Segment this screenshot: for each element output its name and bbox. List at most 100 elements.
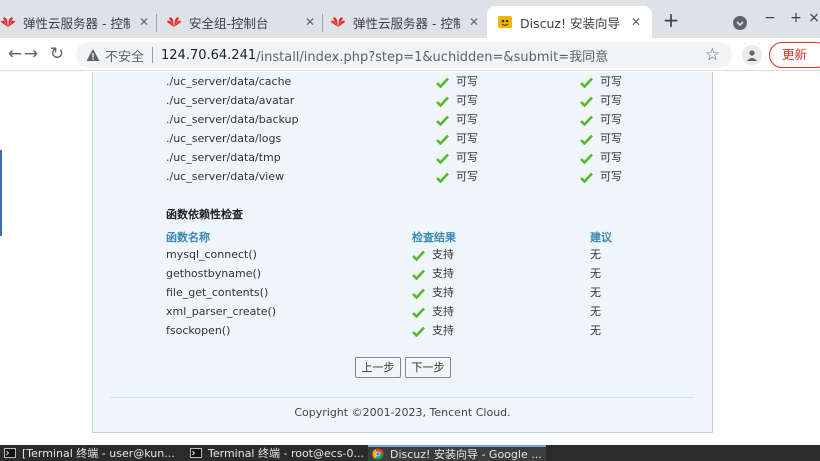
tab-search-icon[interactable]: [733, 16, 747, 30]
dir-path: ./uc_server/data/tmp: [166, 151, 281, 164]
table-row: ./uc_server/data/backup 可写 可写: [93, 112, 712, 128]
footer-divider: [110, 397, 694, 398]
required-status: 可写: [580, 131, 622, 147]
tab-discuz-install[interactable]: Discuz! 安装向导 ✕: [487, 6, 652, 38]
huawei-cloud-icon: [330, 14, 346, 30]
table-row: ./uc_server/data/view 可写 可写: [93, 169, 712, 185]
result-text: 支持: [432, 267, 454, 280]
func-name: mysql_connect(): [166, 248, 257, 261]
browser-toolbar: ← → ↻ 不安全 124.70.64.241 /install/index.p…: [0, 38, 820, 71]
close-window-button[interactable]: ×: [808, 8, 820, 28]
forward-icon[interactable]: →: [20, 43, 42, 65]
tab-title: 安全组-控制台: [189, 15, 269, 31]
check-icon: [436, 77, 449, 88]
system-taskbar: [Terminal 终端 - user@kun... Terminal 终端 -…: [0, 445, 820, 461]
install-panel: ./uc_server/data/cache 可写 可写 ./uc_server…: [92, 72, 713, 433]
prev-step-button[interactable]: 上一步: [355, 357, 401, 378]
taskbar-item-label: Terminal 终端 - root@ecs-0...: [208, 447, 364, 460]
maximize-button[interactable]: +: [788, 8, 804, 28]
dir-path: ./uc_server/data/avatar: [166, 94, 295, 107]
taskbar-item-chrome[interactable]: Discuz! 安装向导 - Google ...: [368, 445, 546, 461]
check-icon: [436, 134, 449, 145]
table-row: fsockopen() 支持 无: [93, 323, 712, 339]
required-status: 可写: [580, 93, 622, 109]
tab-security-group[interactable]: 安全组-控制台 ✕: [166, 6, 318, 38]
status-text: 可写: [456, 75, 478, 88]
check-icon: [412, 250, 425, 261]
url-host[interactable]: 124.70.64.241: [161, 48, 256, 63]
dir-path: ./uc_server/data/cache: [166, 75, 292, 88]
tab-close-icon[interactable]: ✕: [302, 14, 318, 30]
bookmark-star-icon[interactable]: ☆: [705, 46, 720, 64]
table-row: ./uc_server/data/logs 可写 可写: [93, 131, 712, 147]
check-icon: [436, 153, 449, 164]
check-icon: [580, 96, 593, 107]
minimize-button[interactable]: −: [762, 8, 778, 28]
current-status: 可写: [436, 112, 478, 128]
tab-separator: [156, 14, 157, 32]
address-bar[interactable]: 不安全 124.70.64.241 /install/index.php?ste…: [76, 42, 732, 68]
status-text: 可写: [456, 132, 478, 145]
status-text: 可写: [456, 170, 478, 183]
account-icon[interactable]: [742, 45, 762, 65]
update-button[interactable]: 更新: [769, 42, 820, 68]
func-name: xml_parser_create(): [166, 305, 277, 318]
check-icon: [580, 134, 593, 145]
next-step-button[interactable]: 下一步: [405, 357, 451, 378]
check-icon: [412, 326, 425, 337]
taskbar-item-terminal-root[interactable]: Terminal 终端 - root@ecs-0...: [190, 445, 364, 461]
required-status: 可写: [580, 112, 622, 128]
table-row: file_get_contents() 支持 无: [93, 285, 712, 301]
check-icon: [412, 307, 425, 318]
result-text: 支持: [432, 248, 454, 261]
page-viewport: ./uc_server/data/cache 可写 可写 ./uc_server…: [0, 72, 820, 445]
tab-close-icon[interactable]: ✕: [466, 14, 482, 30]
status-text: 可写: [600, 170, 622, 183]
tab-close-icon[interactable]: ✕: [136, 14, 152, 30]
func-result: 支持: [412, 323, 454, 339]
tab-separator: [322, 14, 323, 32]
col-header-result: 检查结果: [412, 231, 456, 244]
check-icon: [580, 172, 593, 183]
table-row: mysql_connect() 支持 无: [93, 247, 712, 263]
taskbar-item-label: Discuz! 安装向导 - Google ...: [390, 448, 542, 461]
tab-close-icon[interactable]: ✕: [628, 14, 644, 30]
tab-elastic-cloud-server-1[interactable]: 弹性云服务器 - 控制台 ✕: [0, 6, 152, 38]
func-suggestion: 无: [590, 267, 601, 280]
url-divider: [152, 47, 154, 63]
current-status: 可写: [436, 93, 478, 109]
result-text: 支持: [432, 286, 454, 299]
check-icon: [580, 115, 593, 126]
required-status: 可写: [580, 150, 622, 166]
current-status: 可写: [436, 169, 478, 185]
terminal-icon: [190, 447, 202, 459]
result-text: 支持: [432, 324, 454, 337]
check-icon: [580, 77, 593, 88]
taskbar-item-terminal-user[interactable]: [Terminal 终端 - user@kun...: [4, 445, 180, 461]
func-section-title: 函数依赖性检查: [166, 208, 243, 221]
current-status: 可写: [436, 74, 478, 90]
func-suggestion: 无: [590, 305, 601, 318]
scroll-marker: [0, 150, 2, 236]
func-suggestion: 无: [590, 248, 601, 261]
check-icon: [436, 172, 449, 183]
status-text: 可写: [600, 132, 622, 145]
table-row: ./uc_server/data/avatar 可写 可写: [93, 93, 712, 109]
url-path[interactable]: /install/index.php?step=1&uchidden=&subm…: [256, 46, 608, 65]
tab-elastic-cloud-server-2[interactable]: 弹性云服务器 - 控制台 ✕: [330, 6, 482, 38]
func-result: 支持: [412, 304, 454, 320]
current-status: 可写: [436, 150, 478, 166]
status-text: 可写: [456, 113, 478, 126]
huawei-cloud-icon: [0, 14, 16, 30]
check-icon: [580, 153, 593, 164]
table-row: gethostbyname() 支持 无: [93, 266, 712, 282]
result-text: 支持: [432, 305, 454, 318]
func-suggestion: 无: [590, 286, 601, 299]
func-name: gethostbyname(): [166, 267, 262, 280]
browser-tab-strip: 弹性云服务器 - 控制台 ✕ 安全组-控制台 ✕ 弹性云服务器 - 控制台 ✕ …: [0, 0, 820, 38]
reload-icon[interactable]: ↻: [46, 43, 68, 65]
check-icon: [436, 96, 449, 107]
security-label[interactable]: 不安全: [105, 46, 144, 65]
new-tab-button[interactable]: +: [661, 10, 681, 31]
warning-icon[interactable]: [86, 48, 100, 62]
